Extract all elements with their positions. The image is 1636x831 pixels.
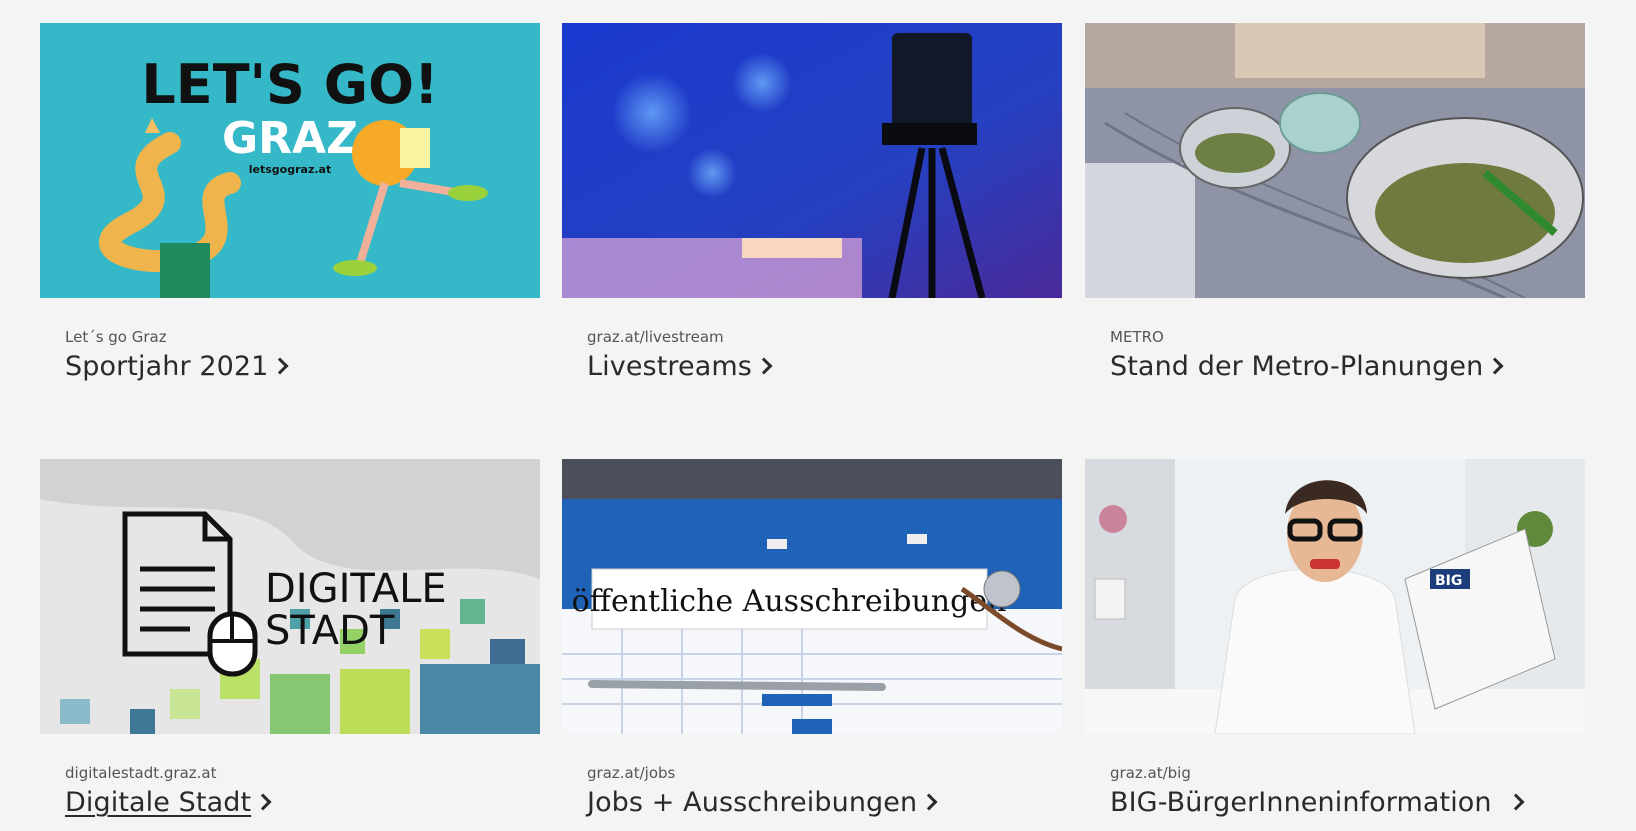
card-livestreams[interactable]: graz.at/livestream Livestreams: [562, 23, 1062, 382]
chevron-right-icon: [920, 793, 938, 811]
card-title-link[interactable]: Digitale Stadt: [65, 787, 272, 818]
card-title-link[interactable]: Sportjahr 2021: [65, 351, 289, 382]
chevron-right-icon: [271, 357, 289, 375]
chevron-right-icon: [755, 357, 773, 375]
card-kicker: digitalestadt.graz.at: [65, 764, 217, 782]
card-title-link[interactable]: Livestreams: [587, 351, 773, 382]
letsgo-headline: LET'S GO!: [141, 53, 438, 116]
card-digitale-stadt[interactable]: DIGITALE STADT digitalestadt.graz.at Dig…: [40, 459, 540, 818]
card-sportjahr[interactable]: LET'S GO! GRAZ letsgograz.at Let´s go Gr…: [40, 23, 540, 382]
card-title[interactable]: Livestreams: [587, 351, 752, 382]
letsgo-url: letsgograz.at: [249, 163, 331, 176]
card-kicker: graz.at/big: [1110, 764, 1191, 782]
card-jobs[interactable]: öffentliche Ausschreibungen graz.at/jobs…: [562, 459, 1062, 818]
folder-label: öffentliche Ausschreibungen: [572, 584, 1007, 619]
card-kicker: graz.at/livestream: [587, 328, 724, 346]
letsgo-graz-image[interactable]: LET'S GO! GRAZ letsgograz.at: [40, 23, 540, 298]
card-kicker: METRO: [1110, 328, 1164, 346]
newspaper-title: BIG: [1435, 573, 1462, 589]
card-title[interactable]: Jobs + Ausschreibungen: [587, 787, 917, 818]
jobs-folder-image[interactable]: öffentliche Ausschreibungen: [562, 459, 1062, 734]
card-big[interactable]: BIG graz.at/big BIG-BürgerInneninformati…: [1085, 459, 1585, 818]
digitale-stadt-image[interactable]: DIGITALE STADT: [40, 459, 540, 734]
card-title-link[interactable]: Jobs + Ausschreibungen: [587, 787, 938, 818]
card-title[interactable]: Digitale Stadt: [65, 787, 251, 818]
livestream-camera-image[interactable]: [562, 23, 1062, 298]
card-kicker: graz.at/jobs: [587, 764, 676, 782]
chevron-right-icon: [254, 793, 272, 811]
digitale-line1: DIGITALE: [265, 566, 447, 612]
big-reader-image[interactable]: BIG: [1085, 459, 1585, 734]
chevron-right-icon: [1507, 793, 1525, 811]
card-title-link[interactable]: Stand der Metro-Planungen: [1110, 351, 1504, 382]
card-title[interactable]: Sportjahr 2021: [65, 351, 268, 382]
digitale-line2: STADT: [265, 608, 395, 654]
letsgo-word: GRAZ: [222, 113, 358, 164]
card-title-link[interactable]: BIG-BürgerInneninformation: [1110, 787, 1525, 818]
card-title[interactable]: Stand der Metro-Planungen: [1110, 351, 1483, 382]
card-metro[interactable]: METRO Stand der Metro-Planungen: [1085, 23, 1585, 382]
card-kicker: Let´s go Graz: [65, 328, 167, 346]
metro-plan-image[interactable]: [1085, 23, 1585, 298]
card-title[interactable]: BIG-BürgerInneninformation: [1110, 787, 1492, 818]
chevron-right-icon: [1486, 357, 1504, 375]
